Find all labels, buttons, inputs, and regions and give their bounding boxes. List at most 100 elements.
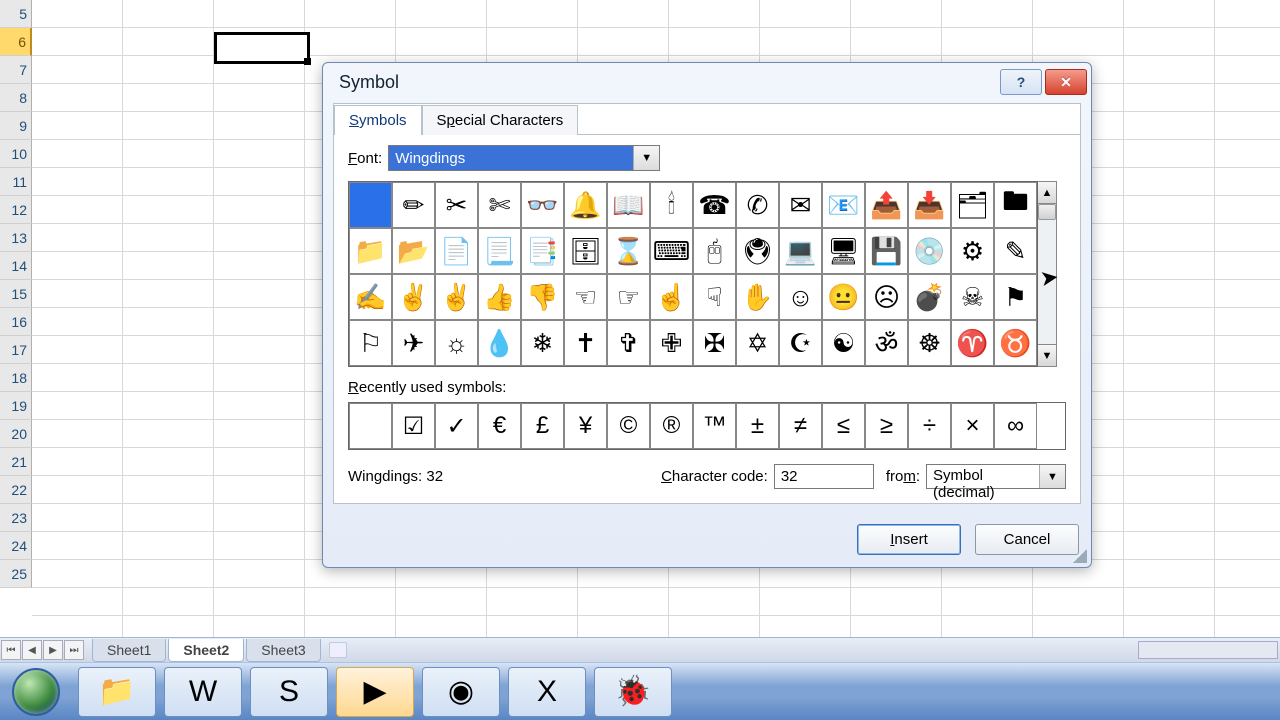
symbol-cell[interactable]: 👓 [521,182,564,228]
row-header-12[interactable]: 12 [0,196,32,224]
symbol-cell[interactable]: ☟ [693,274,736,320]
symbol-cell[interactable]: 📧 [822,182,865,228]
recent-symbol-cell[interactable]: ≠ [779,403,822,449]
symbol-cell[interactable]: ✡ [736,320,779,366]
dialog-titlebar[interactable]: Symbol ? ✕ [323,63,1091,101]
symbol-cell[interactable]: ✋ [736,274,779,320]
recent-symbol-cell[interactable]: ≥ [865,403,908,449]
symbol-cell[interactable]: 💧 [478,320,521,366]
recent-symbol-cell[interactable]: £ [521,403,564,449]
symbol-cell[interactable]: ⌛ [607,228,650,274]
symbol-cell[interactable]: ☹ [865,274,908,320]
symbol-cell[interactable]: ✄ [478,182,521,228]
symbol-cell[interactable]: ✍ [349,274,392,320]
symbol-cell[interactable]: 🖿 [994,182,1037,228]
symbol-cell[interactable]: ⚙ [951,228,994,274]
row-header-20[interactable]: 20 [0,420,32,448]
symbol-cell[interactable]: 💻 [779,228,822,274]
character-code-input[interactable] [774,464,874,489]
row-header-21[interactable]: 21 [0,448,32,476]
row-header-14[interactable]: 14 [0,252,32,280]
symbol-cell[interactable]: ☸ [908,320,951,366]
font-input[interactable] [389,146,633,170]
row-header-11[interactable]: 11 [0,168,32,196]
symbol-cell[interactable]: 😐 [822,274,865,320]
taskbar-app-button[interactable]: ◉ [422,667,500,717]
recent-symbol-cell[interactable]: ÷ [908,403,951,449]
recent-symbol-cell[interactable]: © [607,403,650,449]
recent-symbol-cell[interactable]: ® [650,403,693,449]
row-header-16[interactable]: 16 [0,308,32,336]
symbol-cell[interactable]: ☝ [650,274,693,320]
taskbar-app-button[interactable]: 📁 [78,667,156,717]
from-dropdown-button[interactable]: ▼ [1039,465,1065,488]
symbol-cell[interactable] [349,182,392,228]
row-header-13[interactable]: 13 [0,224,32,252]
symbol-cell[interactable]: 🖥 [822,228,865,274]
row-header-6[interactable]: 6 [0,28,32,56]
symbol-cell[interactable]: ☪ [779,320,822,366]
symbol-cell[interactable]: 🖲 [736,228,779,274]
row-header-7[interactable]: 7 [0,56,32,84]
row-header-9[interactable]: 9 [0,112,32,140]
symbol-cell[interactable]: 📃 [478,228,521,274]
row-header-19[interactable]: 19 [0,392,32,420]
font-dropdown-button[interactable]: ▼ [633,146,659,170]
symbol-cell[interactable]: ☎ [693,182,736,228]
recent-symbol-cell[interactable]: ™ [693,403,736,449]
tab-special-characters[interactable]: Special Characters [422,105,579,135]
scroll-down-button[interactable]: ▼ [1038,344,1056,366]
recent-symbol-cell[interactable]: ∞ [994,403,1037,449]
scroll-track[interactable] [1038,204,1056,344]
symbol-cell[interactable]: 📑 [521,228,564,274]
recent-symbol-cell[interactable]: × [951,403,994,449]
sheet-tab-sheet2[interactable]: Sheet2 [168,639,244,662]
row-header-24[interactable]: 24 [0,532,32,560]
new-sheet-button[interactable] [329,642,347,658]
symbol-cell[interactable]: 🕯 [650,182,693,228]
tab-symbols[interactable]: Symbols [334,105,422,135]
sheet-tab-sheet1[interactable]: Sheet1 [92,639,166,662]
help-button[interactable]: ? [1000,69,1042,95]
symbol-cell[interactable]: ✞ [607,320,650,366]
row-header-10[interactable]: 10 [0,140,32,168]
row-header-23[interactable]: 23 [0,504,32,532]
taskbar-app-button[interactable]: ▶ [336,667,414,717]
row-header-8[interactable]: 8 [0,84,32,112]
row-header-17[interactable]: 17 [0,336,32,364]
recent-symbol-cell[interactable]: ≤ [822,403,865,449]
row-header-25[interactable]: 25 [0,560,32,588]
symbol-cell[interactable]: ☠ [951,274,994,320]
nav-first-button[interactable]: ⏮ [1,640,21,660]
taskbar-app-button[interactable]: 🐞 [594,667,672,717]
symbol-cell[interactable]: ☺ [779,274,822,320]
resize-grip[interactable] [1073,549,1087,563]
symbol-cell[interactable]: ✏ [392,182,435,228]
symbol-cell[interactable]: ✆ [736,182,779,228]
symbol-cell[interactable]: ⚑ [994,274,1037,320]
symbol-cell[interactable]: ♈ [951,320,994,366]
row-header-22[interactable]: 22 [0,476,32,504]
scroll-up-button[interactable]: ▲ [1038,182,1056,204]
symbol-cell[interactable]: ❄ [521,320,564,366]
symbol-cell[interactable]: ☼ [435,320,478,366]
nav-prev-button[interactable]: ◀ [22,640,42,660]
symbol-cell[interactable]: 📄 [435,228,478,274]
recent-symbol-cell[interactable]: € [478,403,521,449]
symbol-cell[interactable]: ✉ [779,182,822,228]
symbol-grid-scrollbar[interactable]: ▲ ▼ [1038,181,1057,367]
symbol-cell[interactable]: ✙ [650,320,693,366]
recent-symbol-cell[interactable]: ± [736,403,779,449]
row-header-18[interactable]: 18 [0,364,32,392]
symbol-cell[interactable]: 🗄 [564,228,607,274]
symbol-cell[interactable]: 📤 [865,182,908,228]
symbol-cell[interactable]: ✌ [392,274,435,320]
close-button[interactable]: ✕ [1045,69,1087,95]
symbol-cell[interactable]: ✌ [435,274,478,320]
taskbar-app-button[interactable]: S [250,667,328,717]
symbol-cell[interactable]: ⌨ [650,228,693,274]
row-header-5[interactable]: 5 [0,0,32,28]
row-header-15[interactable]: 15 [0,280,32,308]
insert-button[interactable]: Insert [857,524,961,555]
recent-symbol-cell[interactable] [349,403,392,449]
